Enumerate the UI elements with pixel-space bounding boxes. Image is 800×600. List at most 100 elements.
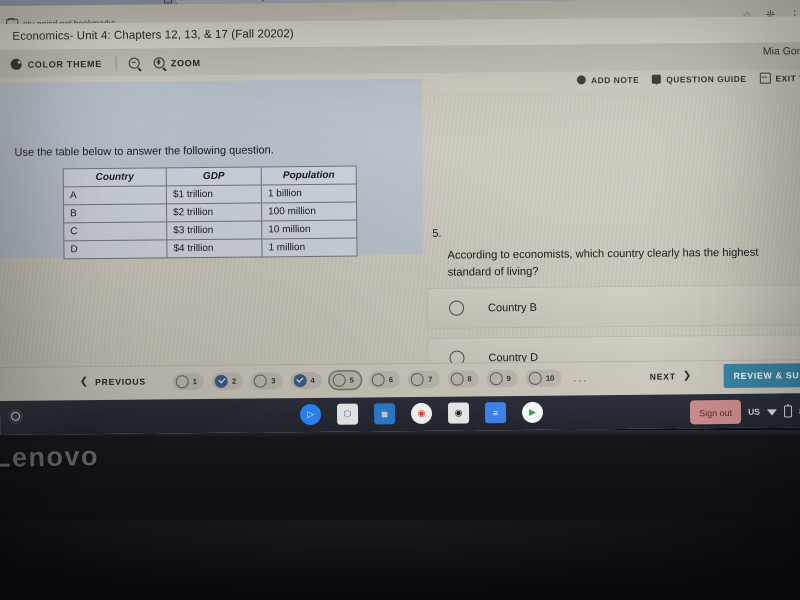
laptop-screen: northeast.schoolobjects.com/aware2/onlin…: [0, 0, 800, 435]
question-dot-6[interactable]: 6: [368, 371, 401, 389]
cell-gdp: $3 trillion: [166, 220, 262, 240]
question-dot-number: 5: [349, 375, 354, 385]
add-note-button[interactable]: ADD NOTE: [577, 74, 639, 85]
answer-option-1[interactable]: Country B: [426, 284, 800, 329]
user-name: Mia Gon: [762, 45, 800, 58]
question-guide-button[interactable]: QUESTION GUIDE: [652, 73, 747, 85]
exit-arrow-icon: [759, 72, 771, 84]
cell-population: 10 million: [261, 220, 357, 239]
dark-circle-app-icon[interactable]: ◉: [447, 402, 470, 424]
previous-button[interactable]: ❮ PREVIOUS: [79, 376, 146, 388]
question-dot-4[interactable]: 4: [290, 371, 322, 390]
test-content-area: Use the table below to answer the follow…: [0, 78, 800, 435]
next-button[interactable]: NEXT ❯: [650, 370, 692, 381]
status-ring-icon: [411, 372, 425, 387]
radio-icon[interactable]: [448, 300, 465, 316]
stimulus-prompt: Use the table below to answer the follow…: [14, 144, 274, 159]
cell-country: B: [63, 203, 167, 223]
question-dot-number: 4: [310, 375, 315, 385]
question-dot-10[interactable]: 10: [525, 369, 562, 387]
more-questions-ellipsis[interactable]: ...: [573, 372, 588, 384]
question-dot-number: 6: [388, 375, 394, 385]
cell-gdp: $4 trillion: [166, 238, 263, 258]
palette-icon: [10, 58, 22, 70]
zoom-app-icon[interactable]: ▷: [299, 403, 322, 426]
review-and-submit-label: REVIEW & SUBMIT: [733, 370, 800, 381]
question-dot-number: 3: [271, 376, 276, 386]
exit-label: EXIT T: [775, 72, 800, 84]
previous-label: PREVIOUS: [95, 376, 146, 387]
check-icon: [293, 374, 307, 388]
pin-icon: [577, 75, 587, 85]
magnifier-minus-icon: [128, 57, 140, 69]
question-dot-number: 2: [231, 376, 237, 386]
table-header-country: Country: [63, 167, 167, 187]
exit-test-button[interactable]: EXIT T: [759, 72, 800, 84]
question-dot-number: 10: [545, 373, 555, 383]
school-app-icon[interactable]: ▦: [373, 403, 396, 425]
toolbar-divider: [115, 55, 117, 71]
zoom-label: ZOOM: [170, 57, 201, 68]
color-theme-label: COLOR THEME: [27, 58, 102, 70]
lenovo-brand-label: Lenovo: [0, 441, 100, 473]
sign-out-label: Sign out: [699, 407, 733, 419]
launcher-circle-icon[interactable]: [7, 408, 24, 424]
question-dot-number: 1: [192, 377, 197, 387]
gdp-population-table: Country GDP Population A $1 trillion 1 b…: [62, 165, 358, 260]
question-dot-5[interactable]: 5: [329, 371, 361, 389]
table-header-gdp: GDP: [166, 166, 262, 186]
status-ring-icon: [332, 373, 346, 387]
status-ring-icon: [175, 375, 189, 389]
question-dot-7[interactable]: 7: [408, 370, 440, 389]
chevron-right-icon: ❯: [682, 370, 692, 382]
battery-icon[interactable]: [783, 405, 792, 418]
sign-out-button[interactable]: Sign out: [689, 399, 742, 425]
check-icon: [214, 374, 229, 388]
locale-indicator[interactable]: US: [748, 407, 760, 417]
question-dot-number: 9: [506, 374, 511, 384]
lock-icon: [164, 0, 173, 4]
wifi-icon[interactable]: [767, 408, 777, 416]
cell-population: 1 million: [261, 238, 358, 257]
question-dot-number: 8: [467, 374, 472, 384]
question-dot-3[interactable]: 3: [251, 372, 283, 390]
play-store-icon[interactable]: ▶: [521, 401, 544, 423]
cell-gdp: $2 trillion: [166, 202, 262, 222]
status-ring-icon: [371, 373, 385, 387]
question-dot-8[interactable]: 8: [447, 370, 479, 388]
question-number: 5.: [432, 227, 442, 240]
table-row: D $4 trillion 1 million: [63, 238, 358, 259]
speech-bubble-icon: [652, 74, 662, 84]
next-label: NEXT: [649, 370, 676, 382]
add-note-label: ADD NOTE: [590, 74, 640, 85]
color-theme-button[interactable]: COLOR THEME: [10, 58, 116, 70]
question-guide-label: QUESTION GUIDE: [666, 73, 747, 85]
photo-of-laptop-screen: Lenovo northeast.schoolobjects.com/aware…: [0, 0, 800, 600]
cell-country: C: [63, 221, 167, 241]
cell-population: 100 million: [261, 202, 357, 221]
question-text: According to economists, which country c…: [447, 246, 759, 280]
chrome-icon[interactable]: ◉: [410, 402, 433, 425]
google-docs-icon[interactable]: ≡: [484, 402, 507, 424]
magnifier-plus-icon: [153, 57, 165, 69]
question-dot-1[interactable]: 1: [172, 373, 205, 391]
cell-country: D: [63, 239, 168, 259]
toolbar-left-group: COLOR THEME ZOOM: [10, 55, 215, 72]
shelf-status-tray[interactable]: Sign out US 8:: [689, 399, 800, 425]
question-dot-2[interactable]: 2: [211, 372, 244, 390]
polygon-app-icon[interactable]: ⬡: [336, 403, 359, 425]
status-ring-icon: [254, 374, 268, 388]
zoom-out-button[interactable]: [128, 57, 154, 69]
cell-gdp: $1 trillion: [166, 184, 262, 204]
status-ring-icon: [489, 372, 503, 386]
sub-toolbar-actions: ADD NOTE QUESTION GUIDE EXIT T: [577, 72, 800, 85]
desk-light-sheen: [0, 520, 800, 600]
cell-population: 1 billion: [261, 184, 357, 203]
status-ring-icon: [528, 371, 542, 385]
cell-country: A: [63, 185, 167, 205]
review-and-submit-button[interactable]: REVIEW & SUBMIT: [723, 362, 800, 389]
chevron-left-icon: ❮: [79, 376, 89, 388]
shelf-app-icons: ▷ ⬡ ▦ ◉ ◉ ≡ ▶: [299, 401, 544, 426]
zoom-in-button[interactable]: ZOOM: [153, 57, 215, 69]
question-dot-9[interactable]: 9: [486, 370, 518, 388]
